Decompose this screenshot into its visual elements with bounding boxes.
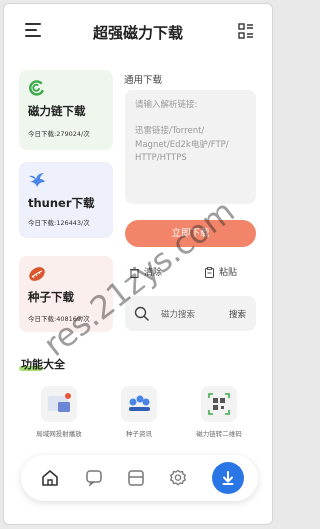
list-grid-icon[interactable] <box>238 23 254 39</box>
paste-label: 粘贴 <box>219 268 238 278</box>
app-screen: 超强磁力下载 磁力链下载 今日下载:279024/次 thuner下载 今日下载… <box>3 3 273 525</box>
feature-magnet-qr[interactable]: 磁力链转二维码 <box>182 386 256 438</box>
magnet-search-box[interactable]: 磁力搜索 搜索 <box>125 296 256 331</box>
app-header: 超强磁力下载 <box>4 4 272 56</box>
card-count: 今日下载:279024/次 <box>28 130 90 138</box>
feature-lan-cast[interactable]: 局域网投射播放 <box>22 386 96 438</box>
download-tab-button[interactable] <box>212 462 244 494</box>
placeholder-line: Magnet/Ed2k电驴/FTP/ <box>135 139 229 150</box>
card-count: 今日下载:408169/次 <box>28 315 90 323</box>
magnet-download-card[interactable]: 磁力链下载 今日下载:279024/次 <box>19 70 113 150</box>
placeholder-line <box>135 112 246 125</box>
magnet-icon <box>29 80 44 96</box>
gear-icon[interactable] <box>169 469 187 487</box>
box-icon[interactable] <box>127 469 145 487</box>
screen-cast-icon <box>41 386 77 422</box>
page-title: 超强磁力下载 <box>92 24 183 42</box>
placeholder-line: 请输入解析链接: <box>135 100 198 110</box>
seed-download-card[interactable]: 种子下载 今日下载:408169/次 <box>19 256 113 332</box>
link-input[interactable]: 请输入解析链接: 迅雷链接/Torrent/ Magnet/Ed2k电驴/FTP… <box>125 90 256 204</box>
thunder-bird-icon <box>29 173 45 187</box>
placeholder-line: HTTP/HTTPS <box>135 152 187 163</box>
home-icon[interactable] <box>41 469 59 487</box>
features-title: 功能大全 <box>21 358 65 371</box>
download-icon <box>222 471 234 485</box>
bottom-nav <box>21 455 258 501</box>
search-button[interactable]: 搜索 <box>229 308 246 320</box>
card-name: 种子下载 <box>28 290 74 304</box>
qr-code-icon <box>201 386 237 422</box>
clear-button[interactable]: 清除 <box>129 265 162 278</box>
clear-label: 清除 <box>144 268 163 278</box>
paste-button[interactable]: 粘贴 <box>204 265 237 278</box>
placeholder-line: 迅雷链接/Torrent/ <box>135 126 205 137</box>
clipboard-icon <box>205 267 214 278</box>
chat-icon[interactable] <box>85 469 103 487</box>
search-placeholder: 磁力搜索 <box>161 310 196 320</box>
card-name: thuner下载 <box>28 196 95 210</box>
search-icon <box>134 306 149 321</box>
seed-icon <box>29 267 45 281</box>
feature-label: 磁力链转二维码 <box>196 430 242 438</box>
thunder-download-card[interactable]: thuner下载 今日下载:126443/次 <box>19 162 113 238</box>
feature-label: 种子资讯 <box>126 430 152 438</box>
seed-info-icon <box>121 386 157 422</box>
card-name: 磁力链下载 <box>28 104 86 118</box>
feature-seed-info[interactable]: 种子资讯 <box>102 386 176 438</box>
download-now-button[interactable]: 立即下载 <box>125 220 256 247</box>
card-count: 今日下载:126443/次 <box>28 219 90 227</box>
trash-icon <box>130 267 139 278</box>
general-download-label: 通用下载 <box>124 75 163 86</box>
feature-label: 局域网投射播放 <box>36 430 82 438</box>
